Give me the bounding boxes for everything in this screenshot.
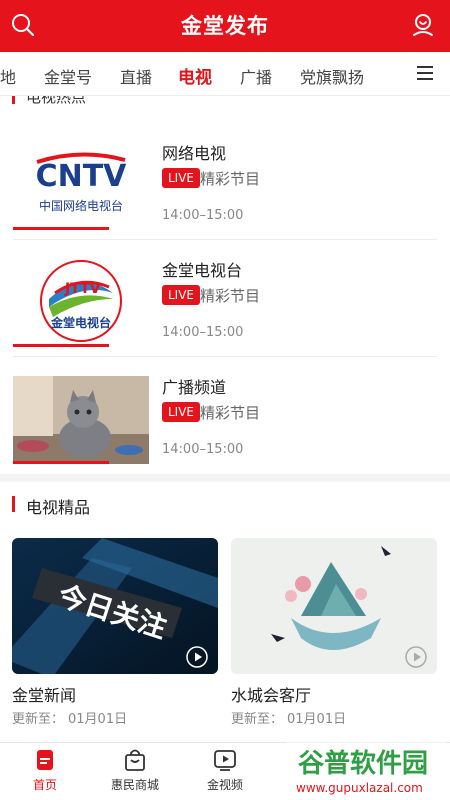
home-icon [37, 750, 53, 770]
live-item-radio[interactable]: 广播频道 LIVE 精彩节目 14:00–15:00 [0, 358, 450, 474]
tab-dangqi[interactable]: 党旗飘扬 [300, 64, 364, 88]
live-badge: LIVE [162, 168, 201, 188]
thumb-underline [13, 344, 109, 347]
channel-name: 金堂电视台 [162, 261, 243, 280]
program-name: 精彩节目 [200, 287, 261, 305]
video-icon [214, 750, 236, 771]
program-name: 水城会客厅 [231, 686, 312, 705]
nav-label: 首页 [32, 778, 57, 792]
tab-dianshi[interactable]: 电视 [178, 63, 212, 88]
news-cover: 今日关注 [12, 538, 218, 674]
thumb-underline [13, 227, 109, 230]
play-icon[interactable] [186, 646, 208, 668]
watermark: 谷普软件园 www.gupuxlazal.com [286, 740, 446, 800]
section-title: 电视精品 [26, 498, 91, 517]
divider [13, 239, 437, 240]
svg-text:金堂电视台: 金堂电视台 [50, 315, 111, 330]
tab-guangbo[interactable]: 广播 [240, 64, 272, 88]
jttv-logo: JTTV 金堂电视台 [13, 259, 149, 347]
svg-text:JTTV: JTTV [64, 281, 101, 297]
section-title: 电视热点 [26, 96, 87, 106]
program-time: 14:00–15:00 [162, 442, 244, 457]
live-badge: LIVE [162, 402, 201, 422]
svg-text:CNTV: CNTV [36, 159, 128, 194]
program-name: 金堂新闻 [12, 686, 77, 705]
svg-text:中国网络电视台: 中国网络电视台 [39, 198, 123, 213]
user-icon[interactable] [410, 12, 436, 38]
update-info: 更新至： 01月01日 [231, 712, 347, 727]
program-card-salon[interactable]: 水城会客厅 更新至： 01月01日 [231, 538, 437, 727]
program-card-news[interactable]: 今日关注 金堂新闻 更新至： 01月01日 [12, 538, 218, 727]
salon-cover [231, 538, 437, 674]
svg-text:谷普软件园: 谷普软件园 [298, 748, 428, 779]
program-name: 精彩节目 [200, 404, 261, 422]
cat-thumbnail [13, 376, 149, 464]
svg-text:www.gupuxlazal.com: www.gupuxlazal.com [296, 781, 423, 795]
channel-name: 网络电视 [162, 144, 227, 163]
channel-name: 广播频道 [162, 378, 227, 397]
live-list: 电视热点 CNTV 中国网络电视台 网络电视 LIVE 精彩节目 14:00–1… [0, 96, 450, 474]
menu-icon[interactable] [416, 64, 434, 82]
app-header: 金堂发布 [0, 0, 450, 52]
section-marker [12, 96, 15, 104]
thumb-underline [13, 461, 109, 464]
cntv-logo: CNTV 中国网络电视台 [13, 142, 149, 230]
app-title: 金堂发布 [181, 14, 269, 38]
shopping-bag-icon [125, 749, 145, 771]
live-item-jttv[interactable]: JTTV 金堂电视台 金堂电视台 LIVE 精彩节目 14:00–15:00 [0, 241, 450, 357]
program-name: 精彩节目 [200, 170, 261, 188]
update-info: 更新至： 01月01日 [12, 712, 128, 727]
tab-zhibo[interactable]: 直播 [120, 64, 152, 88]
play-icon[interactable] [405, 646, 427, 668]
channel-tabs: 地 金堂号 直播 电视 广播 党旗飘扬 [0, 52, 450, 96]
tab-jintanghao[interactable]: 金堂号 [44, 64, 92, 88]
live-item-cntv[interactable]: CNTV 中国网络电视台 网络电视 LIVE 精彩节目 14:00–15:00 [0, 124, 450, 240]
nav-mall[interactable]: 惠民商城 [90, 747, 180, 793]
tv-boutique-section: 电视精品 今日关注 金堂新闻 更新至： 01月01日 水城会客厅 更新至： 01… [0, 482, 450, 742]
program-time: 14:00–15:00 [162, 208, 244, 223]
divider [13, 356, 437, 357]
tab-di[interactable]: 地 [0, 64, 16, 88]
nav-label: 惠民商城 [110, 778, 159, 792]
nav-home[interactable]: 首页 [0, 747, 90, 793]
program-time: 14:00–15:00 [162, 325, 244, 340]
section-marker [12, 496, 15, 512]
live-badge: LIVE [162, 285, 201, 305]
